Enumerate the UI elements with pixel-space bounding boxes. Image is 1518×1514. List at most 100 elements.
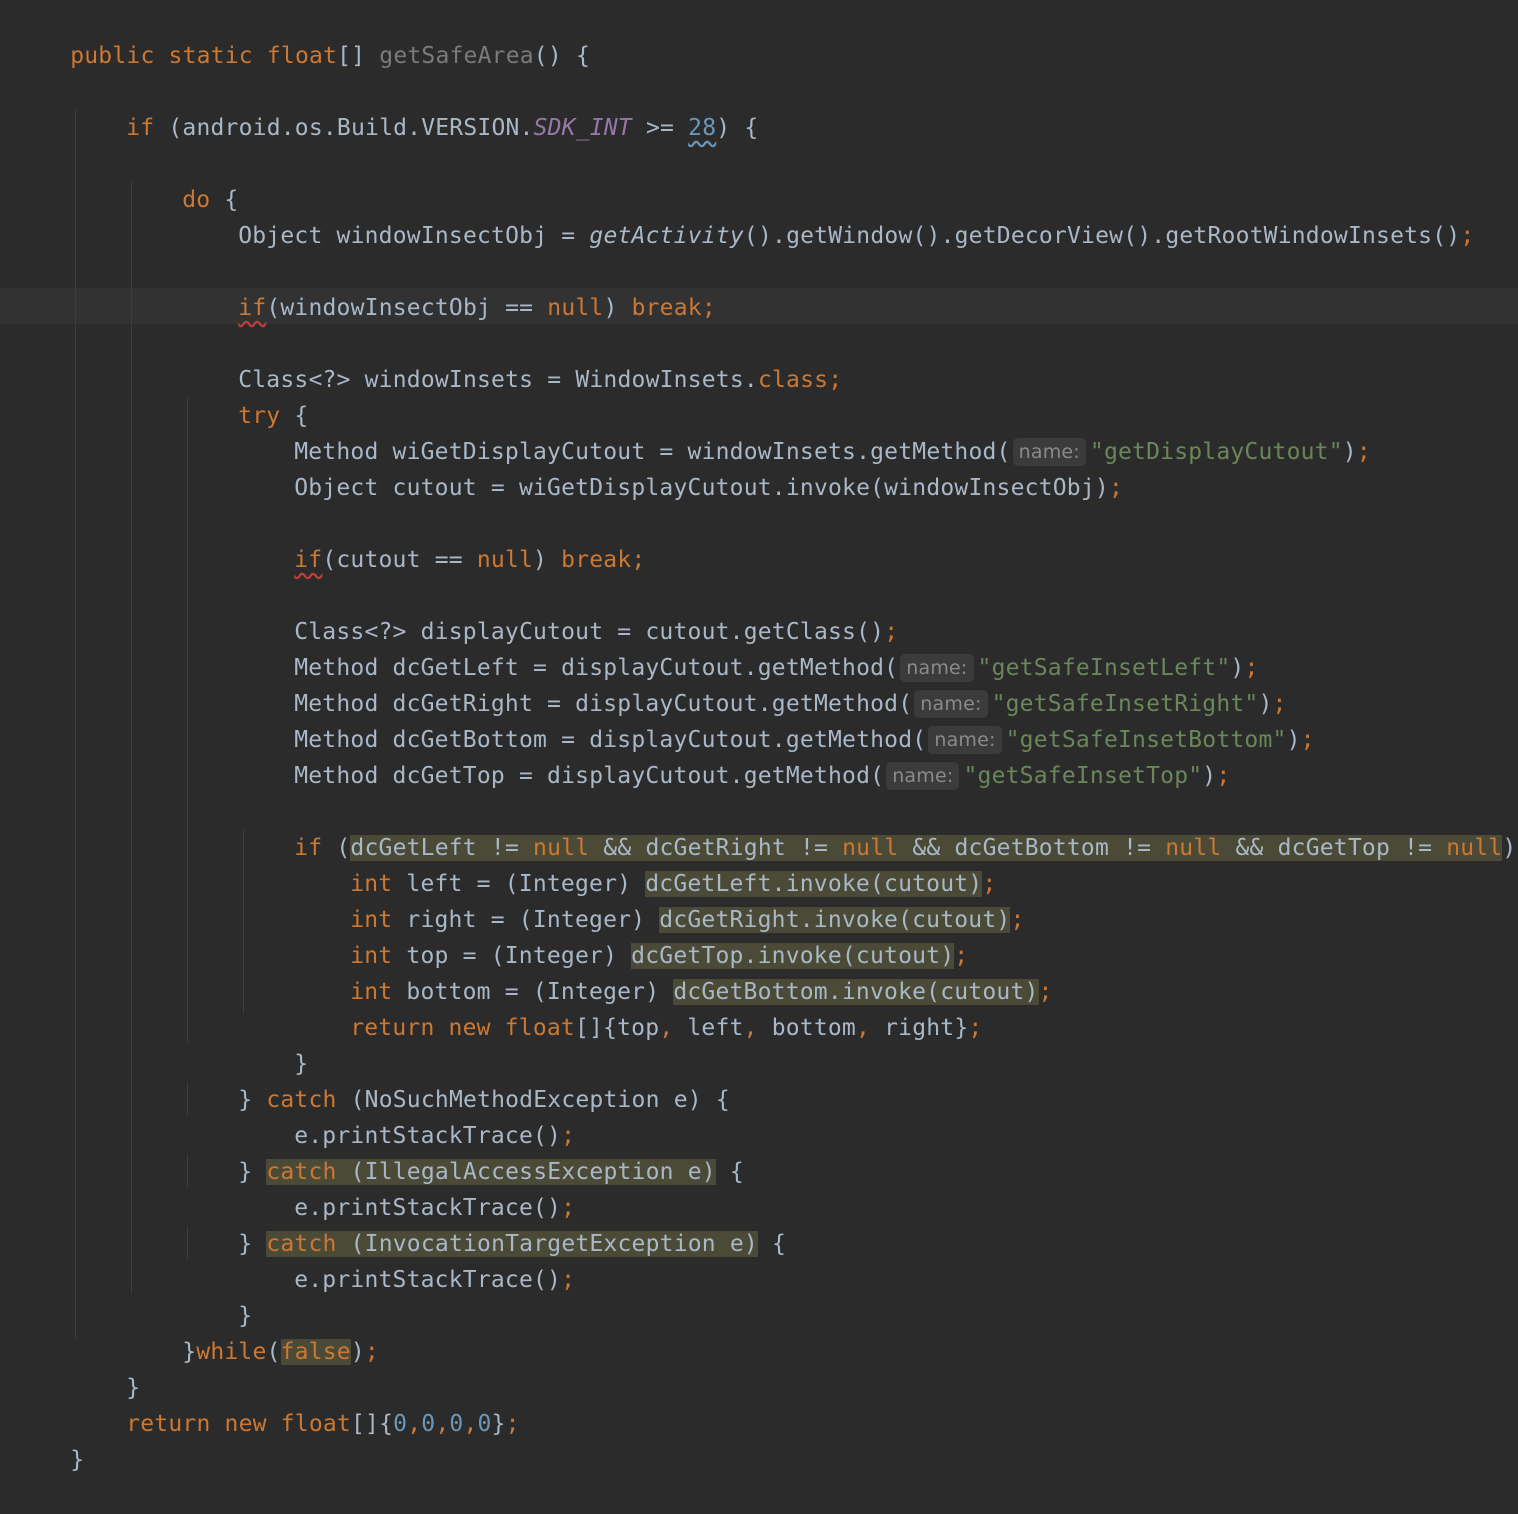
- semicolon: ;: [364, 1339, 379, 1365]
- code-token: ): [1286, 727, 1301, 753]
- code-line[interactable]: Object windowInsectObj = getActivity().g…: [182, 182, 1474, 249]
- code-line[interactable]: Method dcGetBottom = displayCutout.getMe…: [238, 686, 1315, 754]
- code-line[interactable]: if (dcGetLeft != null && dcGetRight != n…: [238, 794, 1518, 861]
- keyword: return new float: [350, 1015, 575, 1041]
- code-line[interactable]: Class<?> displayCutout = cutout.getClass…: [238, 578, 898, 645]
- string-literal: "getSafeInsetTop": [963, 763, 1203, 789]
- semicolon: ;: [828, 367, 843, 393]
- code-line[interactable]: } catch (NoSuchMethodException e) {: [182, 1046, 730, 1113]
- indent-guide: [75, 110, 76, 1338]
- keyword: if: [294, 547, 323, 573]
- comma: ,: [435, 1411, 450, 1437]
- parameter-hint: name:: [886, 762, 960, 790]
- code-token: e.printStackTrace(): [294, 1267, 562, 1293]
- keyword: false: [280, 1339, 351, 1365]
- code-token: ) {: [1502, 835, 1517, 861]
- number-literal: 0: [421, 1411, 436, 1437]
- static-method: getActivity: [589, 223, 744, 249]
- code-token: ): [1342, 439, 1357, 465]
- code-line[interactable]: int top = (Integer) dcGetTop.invoke(cuto…: [294, 902, 968, 969]
- code-token: (: [266, 1339, 281, 1365]
- semicolon: ;: [1300, 727, 1315, 753]
- code-line[interactable]: return new float[]{top, left, bottom, ri…: [294, 974, 982, 1041]
- keyword: return new float: [126, 1411, 351, 1437]
- keyword: class: [757, 367, 829, 393]
- keyword: if: [238, 295, 267, 321]
- string-literal: "getDisplayCutout": [1089, 439, 1343, 465]
- code-token: left: [687, 1015, 744, 1041]
- keyword: null: [1446, 835, 1503, 861]
- code-token: []{: [350, 1411, 394, 1437]
- semicolon: ;: [1356, 439, 1371, 465]
- semicolon: ;: [968, 1015, 983, 1041]
- code-token: && dcGetTop !=: [1221, 835, 1447, 861]
- code-token: bottom: [771, 1015, 856, 1041]
- number-literal: 0: [477, 1411, 492, 1437]
- code-token: Object cutout = wiGetDisplayCutout.invok…: [294, 475, 1109, 501]
- semicolon: ;: [561, 1267, 576, 1293]
- number-literal: 0: [393, 1411, 408, 1437]
- code-line[interactable]: } catch (InvocationTargetException e) {: [182, 1190, 786, 1257]
- code-line[interactable]: Class<?> windowInsets = WindowInsets.cla…: [182, 326, 842, 393]
- code-line[interactable]: try {: [182, 362, 308, 429]
- code-token: >=: [631, 115, 689, 141]
- code-token: ): [533, 547, 562, 573]
- keyword: while: [196, 1339, 267, 1365]
- code-line[interactable]: Method wiGetDisplayCutout = windowInsets…: [238, 398, 1371, 466]
- code-token: ): [603, 295, 632, 321]
- semicolon: ;: [1460, 223, 1475, 249]
- code-line[interactable]: Object cutout = wiGetDisplayCutout.invok…: [238, 434, 1123, 501]
- code-line[interactable]: }while(false);: [126, 1298, 379, 1365]
- code-line[interactable]: return new float[]{0,0,0,0};: [70, 1370, 520, 1437]
- semicolon: ;: [1216, 763, 1231, 789]
- code-token: }: [491, 1411, 506, 1437]
- keyword: break;: [631, 295, 716, 321]
- code-line[interactable]: } catch (IllegalAccessException e) {: [182, 1118, 744, 1185]
- code-line[interactable]: e.printStackTrace();: [238, 1154, 575, 1221]
- code-token: (windowInsectObj ==: [266, 295, 548, 321]
- keyword: null: [1165, 835, 1222, 861]
- code-token: (cutout ==: [322, 547, 477, 573]
- code-line[interactable]: e.printStackTrace();: [238, 1226, 575, 1293]
- code-line[interactable]: int bottom = (Integer) dcGetBottom.invok…: [294, 938, 1053, 1005]
- code-line[interactable]: int right = (Integer) dcGetRight.invoke(…: [294, 866, 1025, 933]
- code-token: (android.os.Build.VERSION.: [168, 115, 534, 141]
- keyword: public static float: [70, 43, 338, 69]
- indent-guide: [131, 182, 132, 1294]
- comma: ,: [743, 1015, 772, 1041]
- code-line[interactable]: }: [14, 1406, 84, 1473]
- code-line[interactable]: if (android.os.Build.VERSION.SDK_INT >= …: [70, 74, 758, 141]
- code-editor[interactable]: public static float[] getSafeArea() { if…: [0, 0, 1518, 1473]
- code-line[interactable]: int left = (Integer) dcGetLeft.invoke(cu…: [294, 830, 996, 897]
- code-line[interactable]: public static float[] getSafeArea() {: [14, 2, 590, 69]
- code-token: ) {: [716, 115, 759, 141]
- code-line[interactable]: if(windowInsectObj == null) break;: [182, 254, 716, 321]
- code-token: Class<?> windowInsets = WindowInsets.: [238, 367, 758, 393]
- code-token: Method dcGetTop = displayCutout.getMetho…: [294, 763, 885, 789]
- code-token: ): [1202, 763, 1217, 789]
- comma: ,: [463, 1411, 478, 1437]
- code-line[interactable]: e.printStackTrace();: [238, 1082, 575, 1149]
- code-line[interactable]: Method dcGetRight = displayCutout.getMet…: [238, 650, 1287, 718]
- code-line[interactable]: Method dcGetTop = displayCutout.getMetho…: [238, 722, 1230, 790]
- code-line[interactable]: do {: [126, 146, 238, 213]
- code-token: []{top: [574, 1015, 660, 1041]
- code-line[interactable]: }: [238, 1010, 308, 1077]
- semicolon: ;: [1038, 979, 1053, 1005]
- code-token: () {: [533, 43, 590, 69]
- number-literal: 0: [449, 1411, 464, 1437]
- method-name: getSafeArea: [379, 43, 534, 69]
- comma: ,: [855, 1015, 885, 1041]
- code-line[interactable]: }: [70, 1334, 140, 1401]
- code-token: right}: [884, 1015, 969, 1041]
- code-line[interactable]: if(cutout == null) break;: [238, 506, 645, 573]
- keyword: null: [476, 547, 534, 573]
- indent-guide: [187, 398, 188, 1042]
- constant: SDK_INT: [533, 115, 632, 141]
- semicolon: ;: [1010, 907, 1025, 933]
- comma: ,: [407, 1411, 422, 1437]
- number-literal: 28: [688, 115, 717, 141]
- code-token: {: [757, 1231, 787, 1257]
- code-line[interactable]: }: [182, 1262, 252, 1329]
- code-line[interactable]: Method dcGetLeft = displayCutout.getMeth…: [238, 614, 1259, 682]
